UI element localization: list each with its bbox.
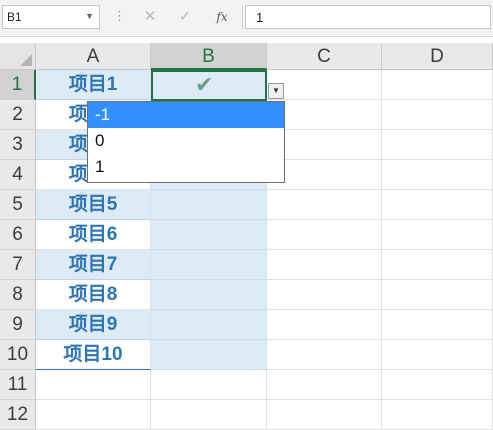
cell-c6[interactable]: [267, 220, 382, 250]
row-header-7[interactable]: 7: [0, 250, 36, 280]
cell-c7[interactable]: [267, 250, 382, 280]
cell-a11[interactable]: [36, 370, 151, 400]
cell-c9[interactable]: [267, 310, 382, 340]
select-all-icon: [20, 54, 32, 66]
row-header-3[interactable]: 3: [0, 130, 36, 160]
formula-input-value: 1: [256, 10, 264, 25]
row-header-1[interactable]: 1: [0, 70, 36, 100]
cell-d12[interactable]: [382, 400, 493, 430]
cell-d6[interactable]: [382, 220, 493, 250]
row-header-12[interactable]: 12: [0, 400, 36, 430]
cell-a8[interactable]: 项目8: [36, 280, 151, 310]
column-header-d[interactable]: D: [382, 43, 493, 70]
cell-b11[interactable]: [151, 370, 267, 400]
cell-a1[interactable]: 项目1: [36, 70, 151, 100]
cell-d3[interactable]: [382, 130, 493, 160]
enter-icon[interactable]: ✓: [174, 7, 196, 27]
cell-c11[interactable]: [267, 370, 382, 400]
cell-d11[interactable]: [382, 370, 493, 400]
cell-b12[interactable]: [151, 400, 267, 430]
cell-b10[interactable]: [151, 340, 267, 370]
cell-a12[interactable]: [36, 400, 151, 430]
row-header-9[interactable]: 9: [0, 310, 36, 340]
dropdown-arrow-button[interactable]: ▼: [268, 83, 284, 99]
column-header-b[interactable]: B: [151, 43, 267, 70]
name-box[interactable]: B1 ▼: [2, 5, 100, 29]
row-header-11[interactable]: 11: [0, 370, 36, 400]
row-header-10[interactable]: 10: [0, 340, 36, 370]
cell-a7[interactable]: 项目7: [36, 250, 151, 280]
cell-d7[interactable]: [382, 250, 493, 280]
chevron-down-icon[interactable]: ▼: [85, 11, 94, 21]
formula-bar: B1 ▼ ⋮ ✕ ✓ fx 1: [0, 0, 493, 37]
cell-d2[interactable]: [382, 100, 493, 130]
select-all-button[interactable]: [0, 43, 36, 70]
cell-a10[interactable]: 项目10: [36, 340, 151, 370]
cell-b8[interactable]: [151, 280, 267, 310]
dropdown-option-minus-1[interactable]: -1: [88, 102, 284, 128]
cell-c5[interactable]: [267, 190, 382, 220]
cell-a9[interactable]: 项目9: [36, 310, 151, 340]
dropdown-option-0[interactable]: 0: [88, 128, 284, 154]
row-header-6[interactable]: 6: [0, 220, 36, 250]
row-header-5[interactable]: 5: [0, 190, 36, 220]
cell-d4[interactable]: [382, 160, 493, 190]
check-icon: ✔: [195, 72, 214, 97]
validation-dropdown-list: -1 0 1: [87, 101, 285, 183]
row-header-4[interactable]: 4: [0, 160, 36, 190]
row-header-8[interactable]: 8: [0, 280, 36, 310]
cell-c10[interactable]: [267, 340, 382, 370]
cell-d9[interactable]: [382, 310, 493, 340]
cell-b5[interactable]: [151, 190, 267, 220]
row-header-2[interactable]: 2: [0, 100, 36, 130]
cell-a5[interactable]: 项目5: [36, 190, 151, 220]
column-header-a[interactable]: A: [36, 43, 151, 70]
cell-b6[interactable]: [151, 220, 267, 250]
cancel-icon[interactable]: ✕: [139, 7, 161, 27]
formula-bar-divider: [242, 5, 243, 29]
cell-d1[interactable]: [382, 70, 493, 100]
name-box-value: B1: [7, 10, 22, 24]
formula-input[interactable]: 1: [245, 5, 491, 29]
drag-handle-icon[interactable]: ⋮: [113, 9, 126, 22]
dropdown-option-1[interactable]: 1: [88, 154, 284, 180]
insert-function-button[interactable]: fx: [211, 7, 233, 27]
cell-b9[interactable]: [151, 310, 267, 340]
column-header-c[interactable]: C: [267, 43, 382, 70]
cell-c1[interactable]: [267, 70, 382, 100]
cell-c8[interactable]: [267, 280, 382, 310]
cell-c12[interactable]: [267, 400, 382, 430]
cell-d8[interactable]: [382, 280, 493, 310]
cell-d10[interactable]: [382, 340, 493, 370]
cell-d5[interactable]: [382, 190, 493, 220]
cell-a6[interactable]: 项目6: [36, 220, 151, 250]
cell-b7[interactable]: [151, 250, 267, 280]
